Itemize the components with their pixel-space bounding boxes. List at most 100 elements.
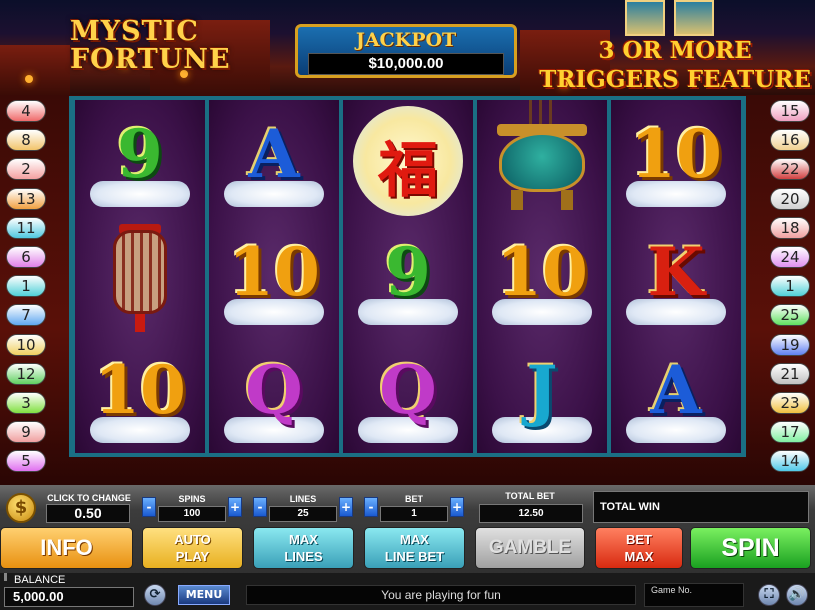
reel-symbol: 10 — [75, 336, 205, 453]
payline-indicator[interactable]: 13 — [6, 187, 46, 210]
bet-plus-button[interactable]: + — [450, 497, 464, 517]
spins-plus-button[interactable]: + — [228, 497, 242, 517]
payline-indicator[interactable]: 19 — [770, 333, 810, 356]
balance-label: BALANCE — [14, 574, 66, 586]
payline-indicator[interactable]: 15 — [770, 100, 810, 122]
bet-max-line-1: BET — [626, 532, 652, 547]
speaker-icon[interactable]: 🔊 — [786, 584, 808, 606]
lines-minus-button[interactable]: - — [253, 497, 267, 517]
jackpot-label: JACKPOT — [355, 29, 457, 51]
payline-indicator[interactable]: 24 — [770, 246, 810, 268]
balance-value: 5,000.00 — [4, 587, 134, 607]
game-number-label: Game No. — [651, 585, 693, 595]
feature-banner: 3 OR MORE TRIGGERS FEATURE — [539, 36, 811, 94]
reel-symbol — [477, 100, 607, 217]
jackpot-panel: JACKPOT $10,000.00 — [295, 24, 517, 78]
payline-indicator[interactable]: 18 — [770, 216, 810, 239]
status-message: You are playing for fun — [246, 585, 636, 605]
payline-indicator[interactable]: 2 — [6, 158, 46, 181]
auto-play-line-1: AUTO — [174, 532, 211, 547]
reel-symbol: Q — [209, 336, 339, 453]
click-to-change-label: CLICK TO CHANGE — [47, 493, 131, 503]
payline-indicator[interactable]: 1 — [770, 275, 810, 298]
jackpot-value: $10,000.00 — [308, 53, 504, 75]
bet-max-line-2: MAX — [624, 549, 654, 564]
lines-plus-button[interactable]: + — [339, 497, 353, 517]
bet-max-button[interactable]: BET MAX — [595, 527, 683, 569]
reel-symbol: 9 — [343, 218, 473, 335]
logo-line-1: MYSTIC — [70, 16, 199, 47]
reel: 10 J — [477, 100, 607, 453]
dragon-portrait-icon — [674, 0, 714, 36]
reel-symbol: A — [611, 336, 741, 453]
payline-indicator[interactable]: 17 — [770, 421, 810, 444]
payline-indicator[interactable]: 20 — [770, 187, 810, 210]
reel-symbol: Q — [343, 336, 473, 453]
symbol-glyph: J — [526, 351, 558, 429]
max-line-bet-line-2: LINE BET — [384, 549, 445, 564]
feature-line-2: TRIGGERS FEATURE — [539, 66, 811, 93]
lines-value: 25 — [269, 506, 337, 522]
max-lines-line-1: MAX — [289, 532, 318, 547]
payline-indicator[interactable]: 4 — [6, 100, 46, 122]
feature-line-1: 3 OR MORE — [598, 37, 752, 64]
spins-minus-button[interactable]: - — [142, 497, 156, 517]
bet-minus-button[interactable]: - — [364, 497, 378, 517]
game-logo: MYSTIC FORTUNE — [70, 18, 231, 74]
max-line-bet-button[interactable]: MAX LINE BET — [364, 527, 465, 569]
reel: 10 K A — [611, 100, 741, 453]
reel-symbol: A — [209, 100, 339, 217]
auto-play-button[interactable]: AUTO PLAY — [142, 527, 243, 569]
total-bet-label: TOTAL BET — [505, 491, 555, 501]
payline-indicator[interactable]: 14 — [770, 450, 810, 473]
reels-grid: 9 10 A 10 Q 福 9 Q 10 J 10 K A — [69, 96, 746, 457]
symbol-glyph: A — [650, 351, 702, 429]
coin-value-field[interactable]: 0.50 — [46, 504, 130, 523]
menu-button[interactable]: MENU — [178, 585, 230, 605]
payline-indicator[interactable]: 6 — [6, 246, 46, 268]
status-bar: BALANCE 5,000.00 ⟳ MENU You are playing … — [0, 573, 815, 610]
payline-indicator[interactable]: 3 — [6, 392, 46, 414]
reel: A 10 Q — [209, 100, 339, 453]
reel-symbol — [75, 218, 205, 335]
gamble-button[interactable]: GAMBLE — [475, 527, 585, 569]
reel-symbol: K — [611, 218, 741, 335]
payline-indicator[interactable]: 16 — [770, 129, 810, 152]
info-button[interactable]: INFO — [0, 527, 133, 569]
max-lines-button[interactable]: MAX LINES — [253, 527, 354, 569]
reel-symbol: 10 — [209, 218, 339, 335]
game-header: MYSTIC FORTUNE JACKPOT $10,000.00 3 OR M… — [0, 0, 815, 95]
game-number-panel: Game No. — [644, 583, 744, 607]
payline-indicator[interactable]: 21 — [770, 362, 810, 385]
reel: 福 9 Q — [343, 100, 473, 453]
bet-label: BET — [405, 494, 423, 504]
payline-indicator[interactable]: 10 — [6, 333, 46, 356]
payline-indicator[interactable]: 25 — [770, 304, 810, 327]
payline-indicator[interactable]: 7 — [6, 304, 46, 327]
symbol-glyph: 10 — [630, 115, 722, 193]
symbol-glyph: K — [647, 233, 705, 311]
reel-symbol: 福 — [343, 100, 473, 217]
payline-indicator[interactable]: 8 — [6, 129, 46, 152]
reel-symbol: 10 — [611, 100, 741, 217]
payline-indicator[interactable]: 5 — [6, 450, 46, 473]
building-background — [0, 45, 70, 95]
symbol-glyph: A — [248, 115, 300, 193]
lines-label: LINES — [289, 494, 317, 504]
payline-indicator[interactable]: 12 — [6, 362, 46, 385]
payline-indicator[interactable]: 11 — [6, 216, 46, 239]
spin-button[interactable]: SPIN — [690, 527, 811, 569]
payline-indicator[interactable]: 22 — [770, 158, 810, 181]
dollar-coin-icon[interactable]: $ — [6, 493, 36, 523]
refresh-icon[interactable]: ⟳ — [144, 584, 166, 606]
reel-symbol: 10 — [477, 218, 607, 335]
total-win-panel: TOTAL WIN — [593, 491, 809, 523]
fortune-character: 福 — [378, 136, 438, 206]
bet-value: 1 — [380, 506, 448, 522]
payline-indicator[interactable]: 1 — [6, 275, 46, 298]
spins-value: 100 — [158, 506, 226, 522]
total-bet-value: 12.50 — [479, 504, 583, 523]
fullscreen-icon[interactable]: ⛶ — [758, 584, 780, 606]
payline-indicator[interactable]: 23 — [770, 392, 810, 414]
payline-indicator[interactable]: 9 — [6, 421, 46, 444]
